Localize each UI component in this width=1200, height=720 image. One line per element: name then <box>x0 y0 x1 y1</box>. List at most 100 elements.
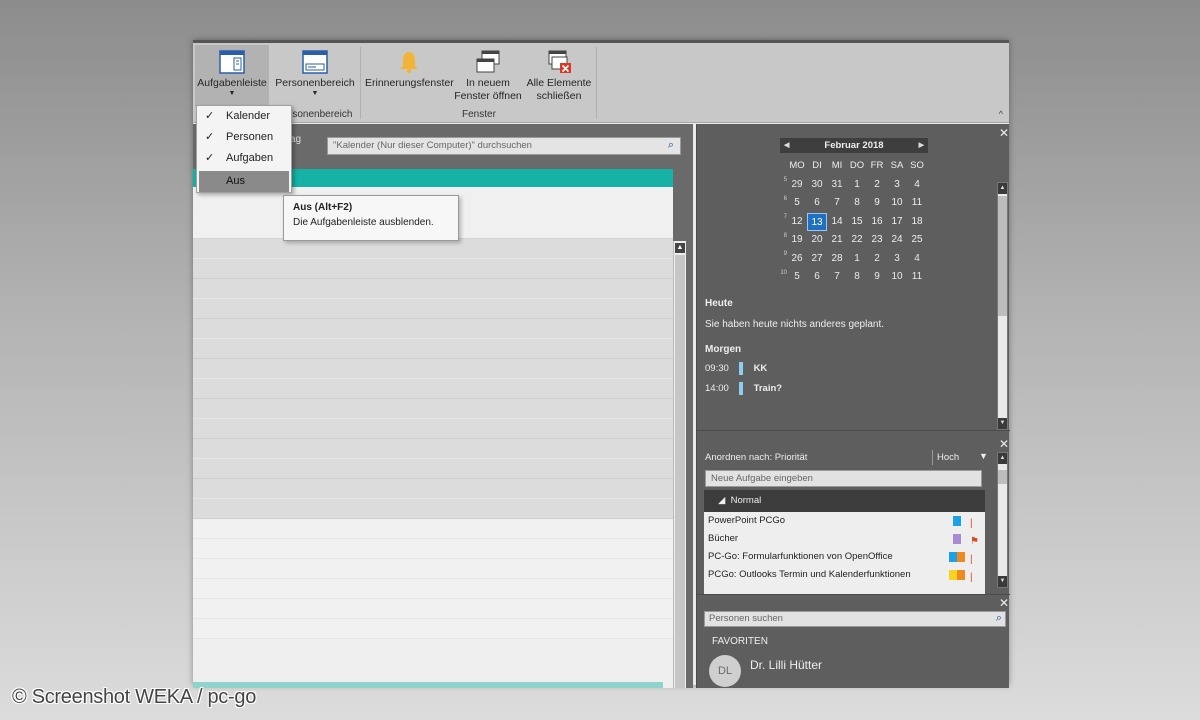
calendar-day[interactable]: 28 <box>827 250 847 269</box>
time-slot[interactable] <box>193 239 673 259</box>
search-icon[interactable]: ⌕ <box>996 612 1002 625</box>
scroll-thumb[interactable] <box>675 255 685 688</box>
calendar-day[interactable]: 26 <box>787 250 807 269</box>
calendar-day[interactable]: 3 <box>887 176 907 195</box>
calendar-day[interactable]: 7 <box>827 268 847 287</box>
time-slot[interactable] <box>193 319 673 339</box>
time-slot[interactable] <box>193 439 673 459</box>
time-slot[interactable] <box>193 579 673 599</box>
task-item[interactable]: PowerPoint PCGo | <box>704 512 985 530</box>
calendar-day[interactable]: 6 <box>807 268 827 287</box>
calendar-day[interactable]: 5 <box>787 268 807 287</box>
calendar-day[interactable]: 4 <box>907 250 927 269</box>
calendar-day[interactable]: 10 <box>887 194 907 213</box>
calendar-day[interactable]: 24 <box>887 231 907 250</box>
calendar-day[interactable]: 1 <box>847 176 867 195</box>
menu-item-personen[interactable]: ✓ Personen <box>197 127 291 148</box>
contact-name[interactable]: Dr. Lilli Hütter <box>750 658 822 672</box>
appointment-item[interactable]: 09:30 KK <box>705 359 995 379</box>
scroll-up-icon[interactable]: ▲ <box>998 183 1007 194</box>
calendar-search-input[interactable]: "Kalender (Nur dieser Computer)" durchsu… <box>327 137 681 155</box>
calendar-day[interactable]: 11 <box>907 268 927 287</box>
menu-item-aus[interactable]: Aus <box>199 171 289 192</box>
time-slot[interactable] <box>193 499 673 519</box>
calendar-day[interactable]: 30 <box>807 176 827 195</box>
new-task-input[interactable]: Neue Aufgabe eingeben <box>705 470 982 487</box>
people-search-input[interactable]: Personen suchen ⌕ <box>704 611 1006 627</box>
calendar-day[interactable]: 21 <box>827 231 847 250</box>
calendar-day[interactable]: 7 <box>827 194 847 213</box>
scroll-up-icon[interactable]: ▲ <box>998 453 1007 464</box>
calendar-day[interactable]: 9 <box>867 194 887 213</box>
previous-month-icon[interactable]: ◀ <box>784 138 789 153</box>
collapse-triangle-icon[interactable]: ◢ <box>718 495 725 506</box>
calendar-day[interactable]: 8 <box>847 194 867 213</box>
scroll-down-icon[interactable]: ▼ <box>998 576 1007 587</box>
calendar-day[interactable]: 2 <box>867 176 887 195</box>
time-slot[interactable] <box>193 539 673 559</box>
search-icon[interactable]: ⌕ <box>668 139 674 152</box>
close-icon[interactable]: ✕ <box>999 597 1009 609</box>
calendar-day[interactable]: 25 <box>907 231 927 250</box>
task-group-header[interactable]: ◢ Normal <box>704 490 985 512</box>
tasks-sort-header[interactable]: Anordnen nach: Priorität Hoch ▼ <box>705 450 988 467</box>
calendar-day[interactable]: 23 <box>867 231 887 250</box>
calendar-day[interactable]: 5 <box>787 194 807 213</box>
calendar-day[interactable]: 15 <box>847 213 867 232</box>
menu-item-aufgaben[interactable]: ✓ Aufgaben <box>197 148 291 169</box>
time-slot[interactable] <box>193 299 673 319</box>
time-slot[interactable] <box>193 279 673 299</box>
calendar-day[interactable]: 17 <box>887 213 907 232</box>
time-slot[interactable] <box>193 359 673 379</box>
calendar-day[interactable]: 22 <box>847 231 867 250</box>
calendar-day[interactable]: 13 <box>807 212 827 231</box>
calendar-day[interactable]: 1 <box>847 250 867 269</box>
avatar[interactable]: DL <box>709 655 741 687</box>
calendar-day[interactable]: 20 <box>807 231 827 250</box>
time-slot[interactable] <box>193 559 673 579</box>
in-neuem-fenster-button[interactable]: In neuem Fenster öffnen <box>453 45 523 107</box>
time-slot[interactable] <box>193 259 673 279</box>
appointment-item[interactable]: 14:00 Train? <box>705 379 995 399</box>
calendar-scrollbar[interactable]: ▲ <box>673 241 686 688</box>
task-item[interactable]: PC-Go: Formularfunktionen von OpenOffice… <box>704 548 985 566</box>
scroll-up-icon[interactable]: ▲ <box>675 243 685 253</box>
scroll-thumb[interactable] <box>998 196 1007 316</box>
flag-icon[interactable]: | <box>970 569 973 587</box>
calendar-day[interactable]: 3 <box>887 250 907 269</box>
scroll-thumb[interactable] <box>998 470 1007 484</box>
time-slot[interactable] <box>193 459 673 479</box>
close-icon[interactable]: ✕ <box>999 438 1009 450</box>
menu-item-kalender[interactable]: ✓ Kalender <box>197 106 291 127</box>
tasks-scrollbar[interactable]: ▲ ▼ <box>997 452 1008 588</box>
alle-elemente-schliessen-button[interactable]: Alle Elemente schließen <box>523 45 595 107</box>
calendar-day[interactable]: 19 <box>787 231 807 250</box>
time-slot[interactable] <box>193 619 673 639</box>
calendar-day[interactable]: 8 <box>847 268 867 287</box>
calendar-day[interactable]: 12 <box>787 213 807 232</box>
time-slot[interactable] <box>193 379 673 399</box>
calendar-day[interactable]: 10 <box>887 268 907 287</box>
calendar-day[interactable]: 18 <box>907 213 927 232</box>
close-icon[interactable]: ✕ <box>999 127 1009 139</box>
time-slot[interactable] <box>193 599 673 619</box>
time-slot[interactable] <box>193 399 673 419</box>
calendar-day[interactable]: 6 <box>807 194 827 213</box>
calendar-day[interactable]: 2 <box>867 250 887 269</box>
time-slot[interactable] <box>193 339 673 359</box>
time-slot[interactable] <box>193 419 673 439</box>
task-item[interactable]: Bücher ⚑ <box>704 530 985 548</box>
agenda-scrollbar[interactable]: ▲ ▼ <box>997 182 1008 430</box>
collapse-ribbon-icon[interactable]: ^ <box>999 109 1003 119</box>
calendar-day[interactable]: 16 <box>867 213 887 232</box>
time-slot[interactable] <box>193 479 673 499</box>
calendar-day[interactable]: 11 <box>907 194 927 213</box>
aufgabenleiste-button[interactable]: Aufgabenleiste ▼ <box>195 45 269 107</box>
calendar-day[interactable]: 31 <box>827 176 847 195</box>
erinnerungsfenster-button[interactable]: Erinnerungsfenster <box>365 45 454 107</box>
calendar-day[interactable]: 9 <box>867 268 887 287</box>
calendar-day[interactable]: 29 <box>787 176 807 195</box>
scroll-down-icon[interactable]: ▼ <box>998 418 1007 429</box>
personenbereich-button[interactable]: Personenbereich ▼ <box>275 45 355 107</box>
chevron-down-icon[interactable]: ▼ <box>979 451 988 461</box>
